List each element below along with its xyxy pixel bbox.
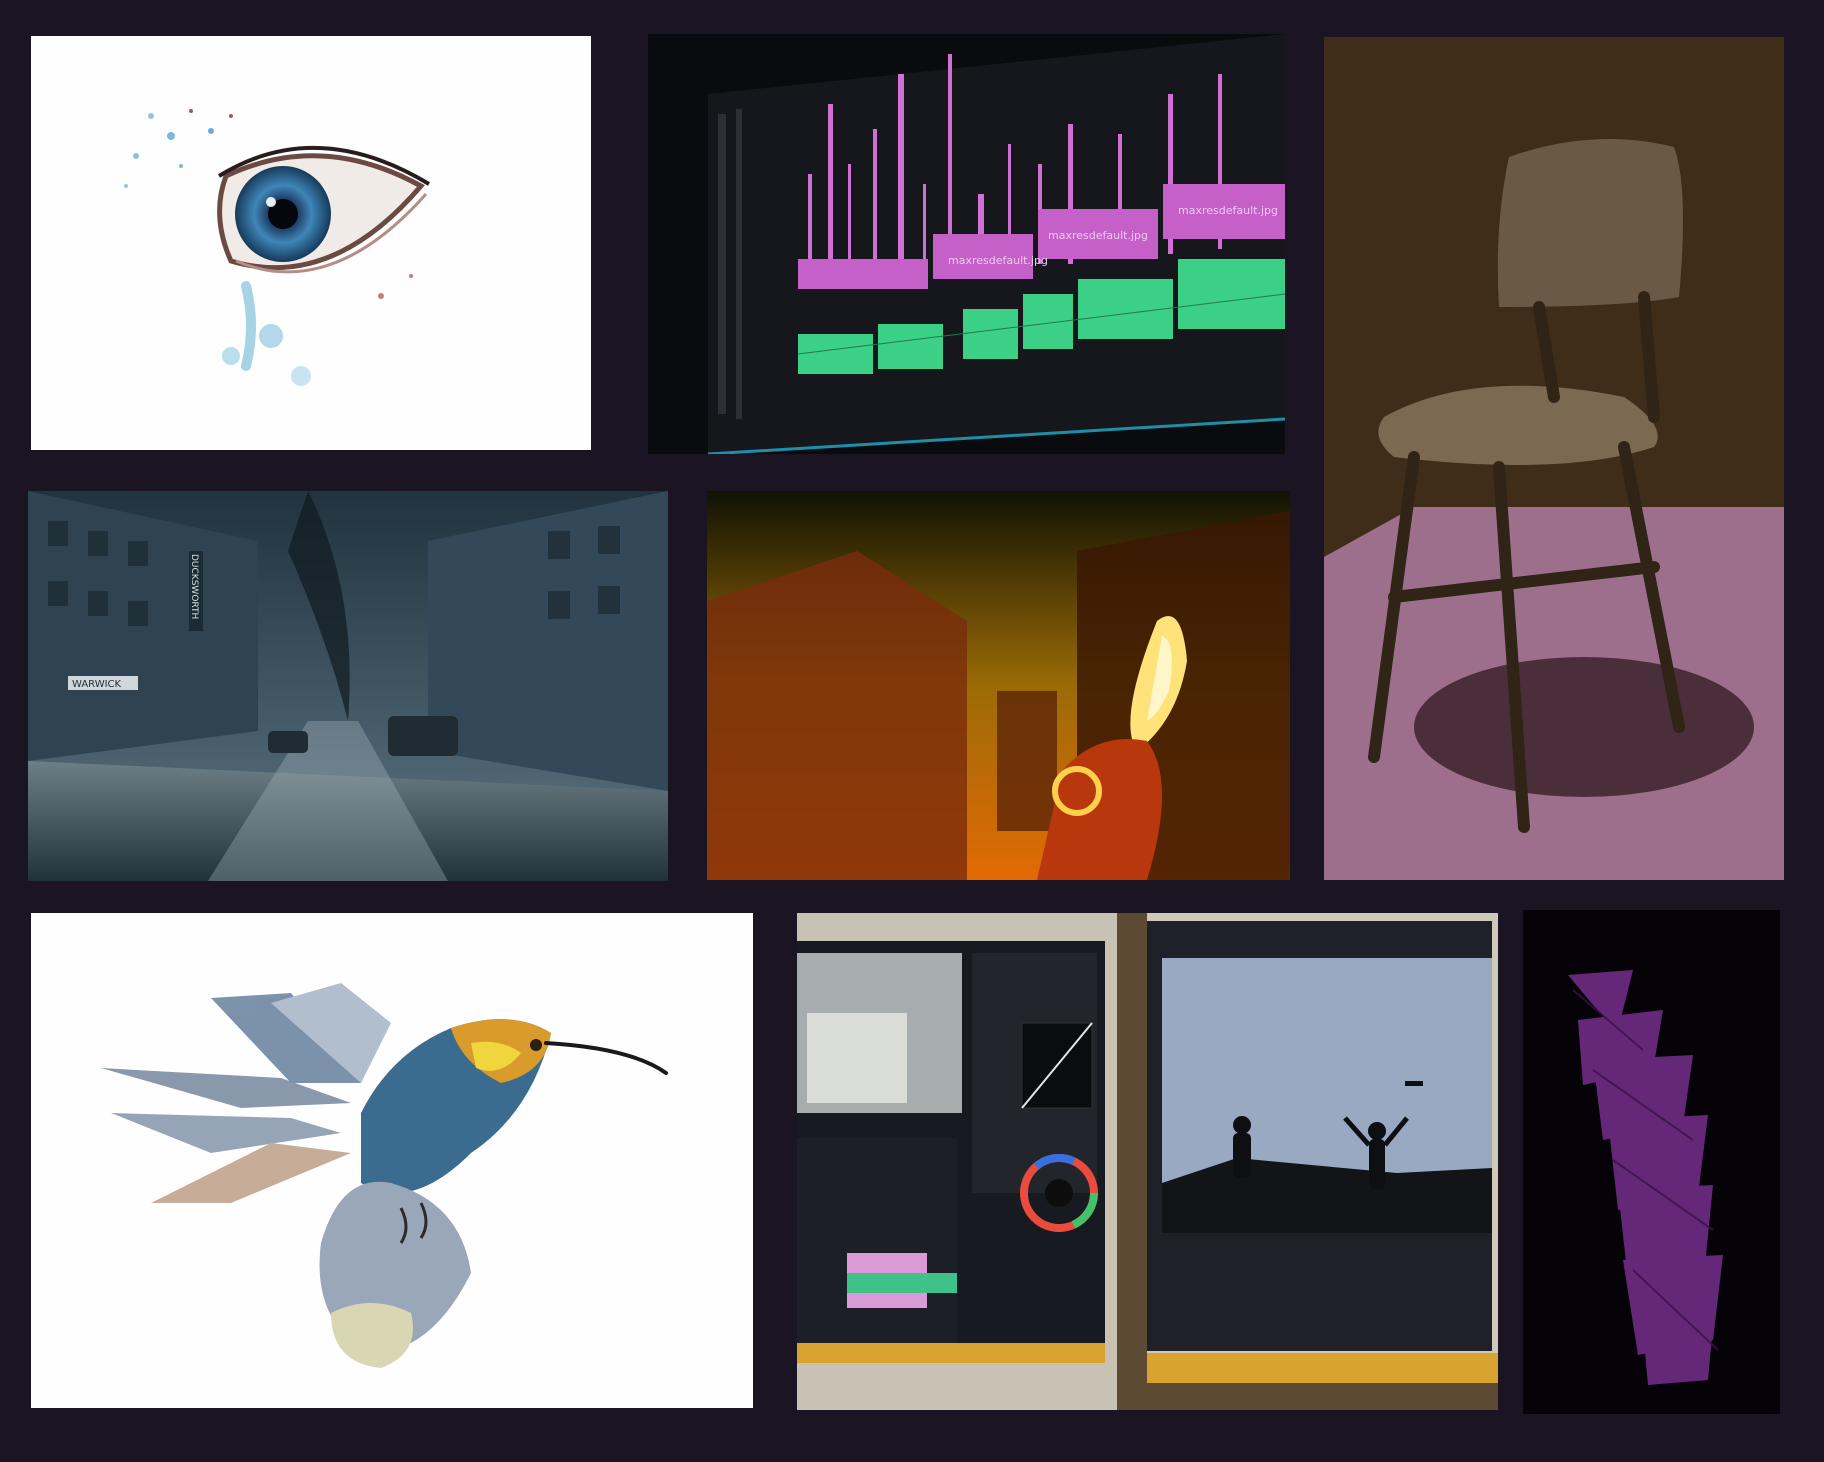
eye-drawing xyxy=(124,109,431,386)
poster-drawing xyxy=(1523,910,1780,1414)
game-drawing xyxy=(707,491,1290,880)
timeline-drawing: maxresdefault.jpg maxresdefault.jpg maxr… xyxy=(648,34,1285,454)
ducksworth-sign: DUCKSWORTH xyxy=(189,554,199,619)
hummingbird-drawing xyxy=(101,983,668,1368)
monitors-drawing xyxy=(797,913,1498,1410)
chair-drawing xyxy=(1324,37,1784,880)
watercolor-eye-artwork[interactable] xyxy=(31,36,591,450)
city-drawing: WARWICK DUCKSWORTH xyxy=(28,491,668,881)
dual-monitor-editing-photo[interactable] xyxy=(797,913,1498,1410)
stormy-city-street-photo[interactable]: WARWICK DUCKSWORTH xyxy=(28,491,668,881)
clip-label: maxresdefault.jpg xyxy=(948,254,1048,267)
clip-label: maxresdefault.jpg xyxy=(1048,229,1148,242)
game-first-person-scene[interactable] xyxy=(707,491,1290,880)
moodboard: maxresdefault.jpg maxresdefault.jpg maxr… xyxy=(0,0,1824,1462)
3d-wooden-chair-render[interactable] xyxy=(1324,37,1784,880)
purple-typography-poster[interactable] xyxy=(1523,910,1780,1414)
low-poly-hummingbird-illustration[interactable] xyxy=(31,913,753,1408)
clip-label: maxresdefault.jpg xyxy=(1178,204,1278,217)
warwick-sign: WARWICK xyxy=(72,679,122,690)
video-editing-timeline-screen[interactable]: maxresdefault.jpg maxresdefault.jpg maxr… xyxy=(648,34,1285,454)
